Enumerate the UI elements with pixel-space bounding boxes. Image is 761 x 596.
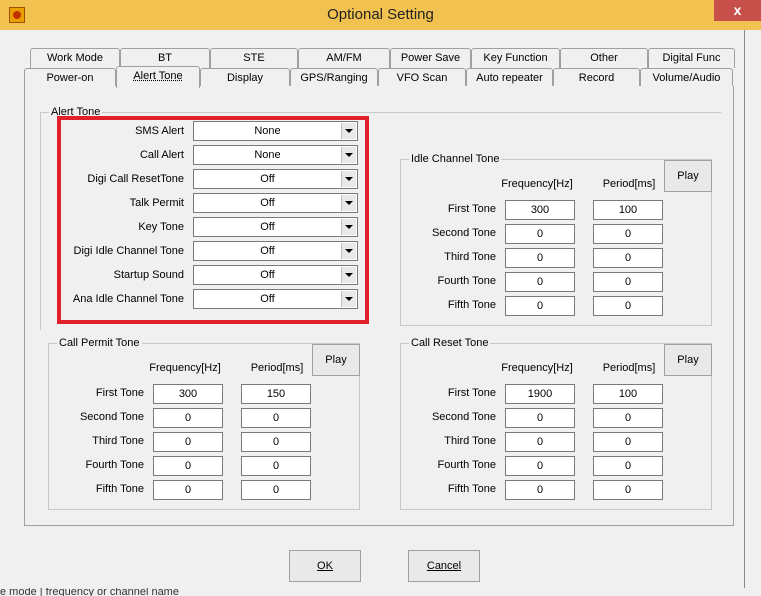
reset-period-input[interactable]: 0 — [593, 456, 663, 476]
permit-period-input[interactable]: 0 — [241, 480, 311, 500]
idle-play-button[interactable]: Play — [664, 160, 712, 192]
permit-period-input[interactable]: 0 — [241, 456, 311, 476]
tab-bt[interactable]: BT — [120, 48, 210, 68]
permit-freq-input[interactable]: 0 — [153, 480, 223, 500]
play-label: Play — [677, 354, 699, 366]
cancel-button-label: Cancel — [426, 560, 462, 572]
idle-period-input[interactable]: 100 — [593, 200, 663, 220]
tab-label: Volume/Audio — [652, 72, 721, 84]
idle-period-input[interactable]: 0 — [593, 296, 663, 316]
tab-power-save[interactable]: Power Save — [390, 48, 471, 68]
tab-am-fm[interactable]: AM/FM — [298, 48, 390, 68]
idle-freq-header: Frequency[Hz] — [501, 178, 573, 190]
idle-freq-input[interactable]: 300 — [505, 200, 575, 220]
tab-other[interactable]: Other — [560, 48, 648, 68]
tab-digital-func[interactable]: Digital Func — [648, 48, 735, 68]
permit-freq-input[interactable]: 0 — [153, 408, 223, 428]
reset-freq-input[interactable]: 1900 — [505, 384, 575, 404]
play-label: Play — [677, 170, 699, 182]
tab-vfo-scan[interactable]: VFO Scan — [378, 68, 466, 88]
permit-row-label: Fifth Tone — [95, 483, 144, 495]
permit-play-button[interactable]: Play — [312, 344, 360, 376]
reset-freq-input[interactable]: 0 — [505, 408, 575, 428]
call-permit-tone-title: Call Permit Tone — [57, 337, 142, 350]
tab-label: GPS/Ranging — [300, 72, 368, 84]
reset-period-input[interactable]: 0 — [593, 432, 663, 452]
reset-period-header: Period[ms] — [602, 362, 656, 374]
tab-label: Record — [578, 72, 615, 84]
window-title: Optional Setting — [327, 6, 434, 23]
tab-volume-audio[interactable]: Volume/Audio — [640, 68, 733, 88]
idle-freq-input[interactable]: 0 — [505, 248, 575, 268]
tab-gps-ranging[interactable]: GPS/Ranging — [290, 68, 378, 88]
idle-period-input[interactable]: 0 — [593, 224, 663, 244]
idle-row-label: Third Tone — [444, 251, 496, 263]
permit-row-label: Second Tone — [79, 411, 144, 423]
tab-label: Display — [226, 72, 264, 84]
close-button[interactable]: x — [714, 0, 761, 21]
ok-button[interactable]: OK — [289, 550, 361, 582]
reset-freq-input[interactable]: 0 — [505, 480, 575, 500]
tab-auto-repeater[interactable]: Auto repeater — [466, 68, 553, 88]
permit-row-label: First Tone — [95, 387, 144, 399]
reset-row-label: Fourth Tone — [437, 459, 496, 471]
reset-freq-input[interactable]: 0 — [505, 456, 575, 476]
permit-period-input[interactable]: 150 — [241, 384, 311, 404]
permit-freq-input[interactable]: 0 — [153, 432, 223, 452]
ok-button-label: OK — [317, 560, 333, 572]
status-bar-text: e mode | frequency or channel name — [0, 588, 179, 596]
call-reset-tone-title: Call Reset Tone — [409, 337, 491, 350]
reset-period-input[interactable]: 0 — [593, 408, 663, 428]
idle-period-input[interactable]: 0 — [593, 248, 663, 268]
permit-row-label: Fourth Tone — [85, 459, 144, 471]
reset-freq-header: Frequency[Hz] — [501, 362, 573, 374]
tab-ste[interactable]: STE — [210, 48, 298, 68]
play-label: Play — [325, 354, 347, 366]
tab-record[interactable]: Record — [553, 68, 640, 88]
reset-row-label: Fifth Tone — [447, 483, 496, 495]
reset-period-input[interactable]: 0 — [593, 480, 663, 500]
reset-row-label: Second Tone — [431, 411, 496, 423]
idle-freq-input[interactable]: 0 — [505, 224, 575, 244]
reset-period-input[interactable]: 100 — [593, 384, 663, 404]
tab-label: Power-on — [46, 72, 94, 84]
title-bar: Optional Setting x — [0, 0, 761, 30]
idle-row-label: Fifth Tone — [447, 299, 496, 311]
idle-freq-input[interactable]: 0 — [505, 272, 575, 292]
tab-label: Alert Tone — [133, 70, 183, 82]
idle-channel-tone-title: Idle Channel Tone — [409, 153, 502, 166]
permit-period-header: Period[ms] — [250, 362, 304, 374]
cancel-button[interactable]: Cancel — [408, 550, 480, 582]
tab-work-mode[interactable]: Work Mode — [30, 48, 120, 68]
idle-row-label: First Tone — [447, 203, 496, 215]
tab-key-function[interactable]: Key Function — [471, 48, 560, 68]
permit-freq-header: Frequency[Hz] — [149, 362, 221, 374]
idle-freq-input[interactable]: 0 — [505, 296, 575, 316]
idle-row-label: Fourth Tone — [437, 275, 496, 287]
tab-display[interactable]: Display — [200, 68, 290, 88]
reset-row-label: First Tone — [447, 387, 496, 399]
tab-label: VFO Scan — [396, 72, 448, 84]
tab-label: Auto repeater — [476, 72, 543, 84]
idle-row-label: Second Tone — [431, 227, 496, 239]
permit-freq-input[interactable]: 300 — [153, 384, 223, 404]
reset-play-button[interactable]: Play — [664, 344, 712, 376]
permit-row-label: Third Tone — [92, 435, 144, 447]
reset-row-label: Third Tone — [444, 435, 496, 447]
idle-period-header: Period[ms] — [602, 178, 656, 190]
permit-period-input[interactable]: 0 — [241, 408, 311, 428]
idle-period-input[interactable]: 0 — [593, 272, 663, 292]
tab-alert-tone[interactable]: Alert Tone — [116, 66, 200, 88]
tab-power-on[interactable]: Power-on — [24, 68, 116, 88]
permit-period-input[interactable]: 0 — [241, 432, 311, 452]
window-frame-edge — [744, 30, 745, 588]
permit-freq-input[interactable]: 0 — [153, 456, 223, 476]
highlight-box — [57, 116, 369, 324]
reset-freq-input[interactable]: 0 — [505, 432, 575, 452]
